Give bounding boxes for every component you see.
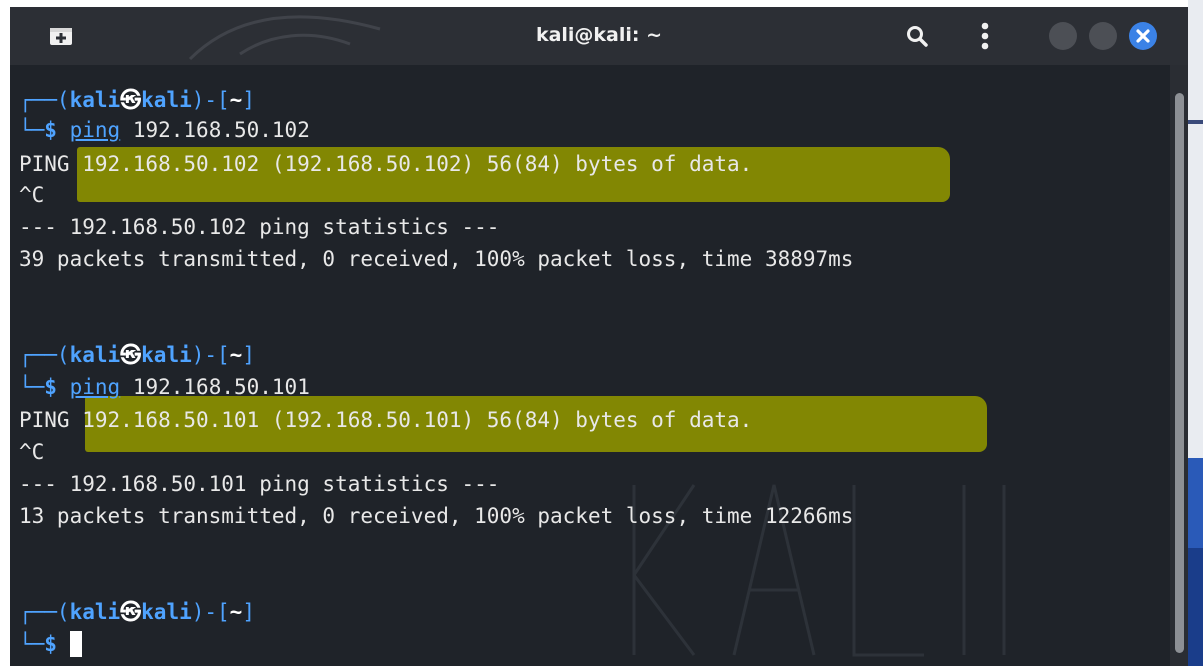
kebab-menu-icon <box>981 22 989 50</box>
menu-button[interactable] <box>975 20 995 52</box>
close-icon <box>1136 29 1150 43</box>
terminal-output[interactable]: ┌──(kali㉿kali)-[~] └─$ ping 192.168.50.1… <box>10 65 1170 666</box>
kali-logo-watermark-icon <box>632 484 1006 657</box>
output-line: 39 packets transmitted, 0 received, 100%… <box>19 247 854 271</box>
window-title: kali@kali: ~ <box>535 24 663 46</box>
command-name: ping <box>69 118 121 142</box>
prompt-line: ┌──(kali㉿kali)-[~] <box>19 88 255 112</box>
active-input-line[interactable]: └─$ <box>19 631 82 657</box>
command-argument: 192.168.50.102 <box>132 118 310 142</box>
vertical-scrollbar[interactable] <box>1170 65 1188 666</box>
search-button[interactable] <box>903 22 931 50</box>
prompt-line: ┌──(kali㉿kali)-[~] <box>19 600 255 624</box>
output-line: --- 192.168.50.102 ping statistics --- <box>19 215 500 239</box>
prompt-line: ┌──(kali㉿kali)-[~] <box>19 343 255 367</box>
command-argument: 192.168.50.101 <box>132 375 310 399</box>
command-line: └─$ ping 192.168.50.101 <box>19 375 310 399</box>
output-line: PING 192.168.50.101 (192.168.50.101) 56(… <box>19 408 753 432</box>
text-cursor <box>69 631 82 657</box>
search-icon <box>907 26 928 47</box>
output-line: ^C <box>19 183 45 207</box>
output-line: --- 192.168.50.101 ping statistics --- <box>19 472 500 496</box>
output-line: PING 192.168.50.102 (192.168.50.102) 56(… <box>19 152 753 176</box>
command-line: └─$ ping 192.168.50.102 <box>19 118 310 142</box>
title-bar[interactable]: kali@kali: ~ <box>10 7 1188 65</box>
maximize-button[interactable] <box>1089 22 1117 50</box>
scrollbar-thumb[interactable] <box>1175 93 1184 653</box>
output-line: 13 packets transmitted, 0 received, 100%… <box>19 504 854 528</box>
close-button[interactable] <box>1129 22 1157 50</box>
output-line: ^C <box>19 440 45 464</box>
terminal-window: kali@kali: ~ ┌──(kali㉿kali)-[~] └─$ ping… <box>10 7 1188 666</box>
command-name: ping <box>69 375 121 399</box>
desktop-background <box>1188 0 1203 666</box>
minimize-button[interactable] <box>1049 22 1077 50</box>
